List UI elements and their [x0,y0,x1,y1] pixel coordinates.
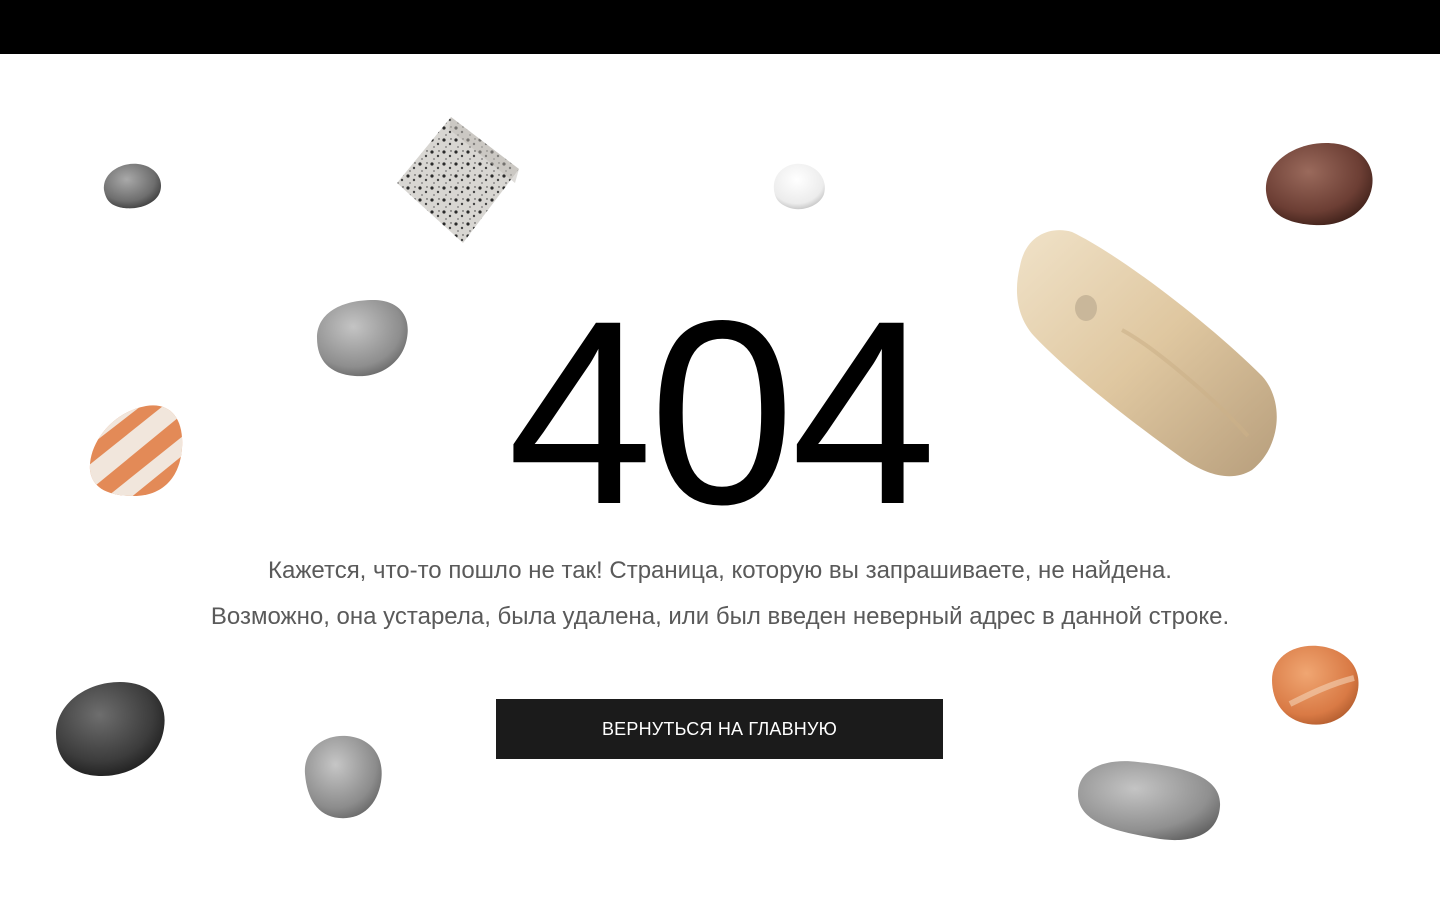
dark-lava-stone-image [54,680,168,778]
error-code-heading: 404 [507,266,936,559]
granite-cube-image [393,113,523,247]
error-message-line-2: Возможно, она устарела, была удалена, ил… [210,603,1230,630]
error-message-line-1: Кажется, что-то пошло не так! Страница, … [268,557,1172,584]
back-to-home-button[interactable]: ВЕРНУТЬСЯ НА ГЛАВНУЮ [496,699,943,759]
gray-oval-stone-image [303,734,385,820]
orange-pebble-image [1270,644,1362,728]
white-pebble-image [770,160,828,212]
error-page: 404 Кажется, что-то пошло не так! Страни… [0,0,1440,903]
error-message: Кажется, что-то пошло не так! Страница, … [0,548,1440,640]
small-gray-pebble-image [98,160,164,212]
brown-volcanic-stone-image [1264,141,1374,227]
top-bar [0,0,1440,54]
gray-elongated-stone-image [1076,758,1224,844]
